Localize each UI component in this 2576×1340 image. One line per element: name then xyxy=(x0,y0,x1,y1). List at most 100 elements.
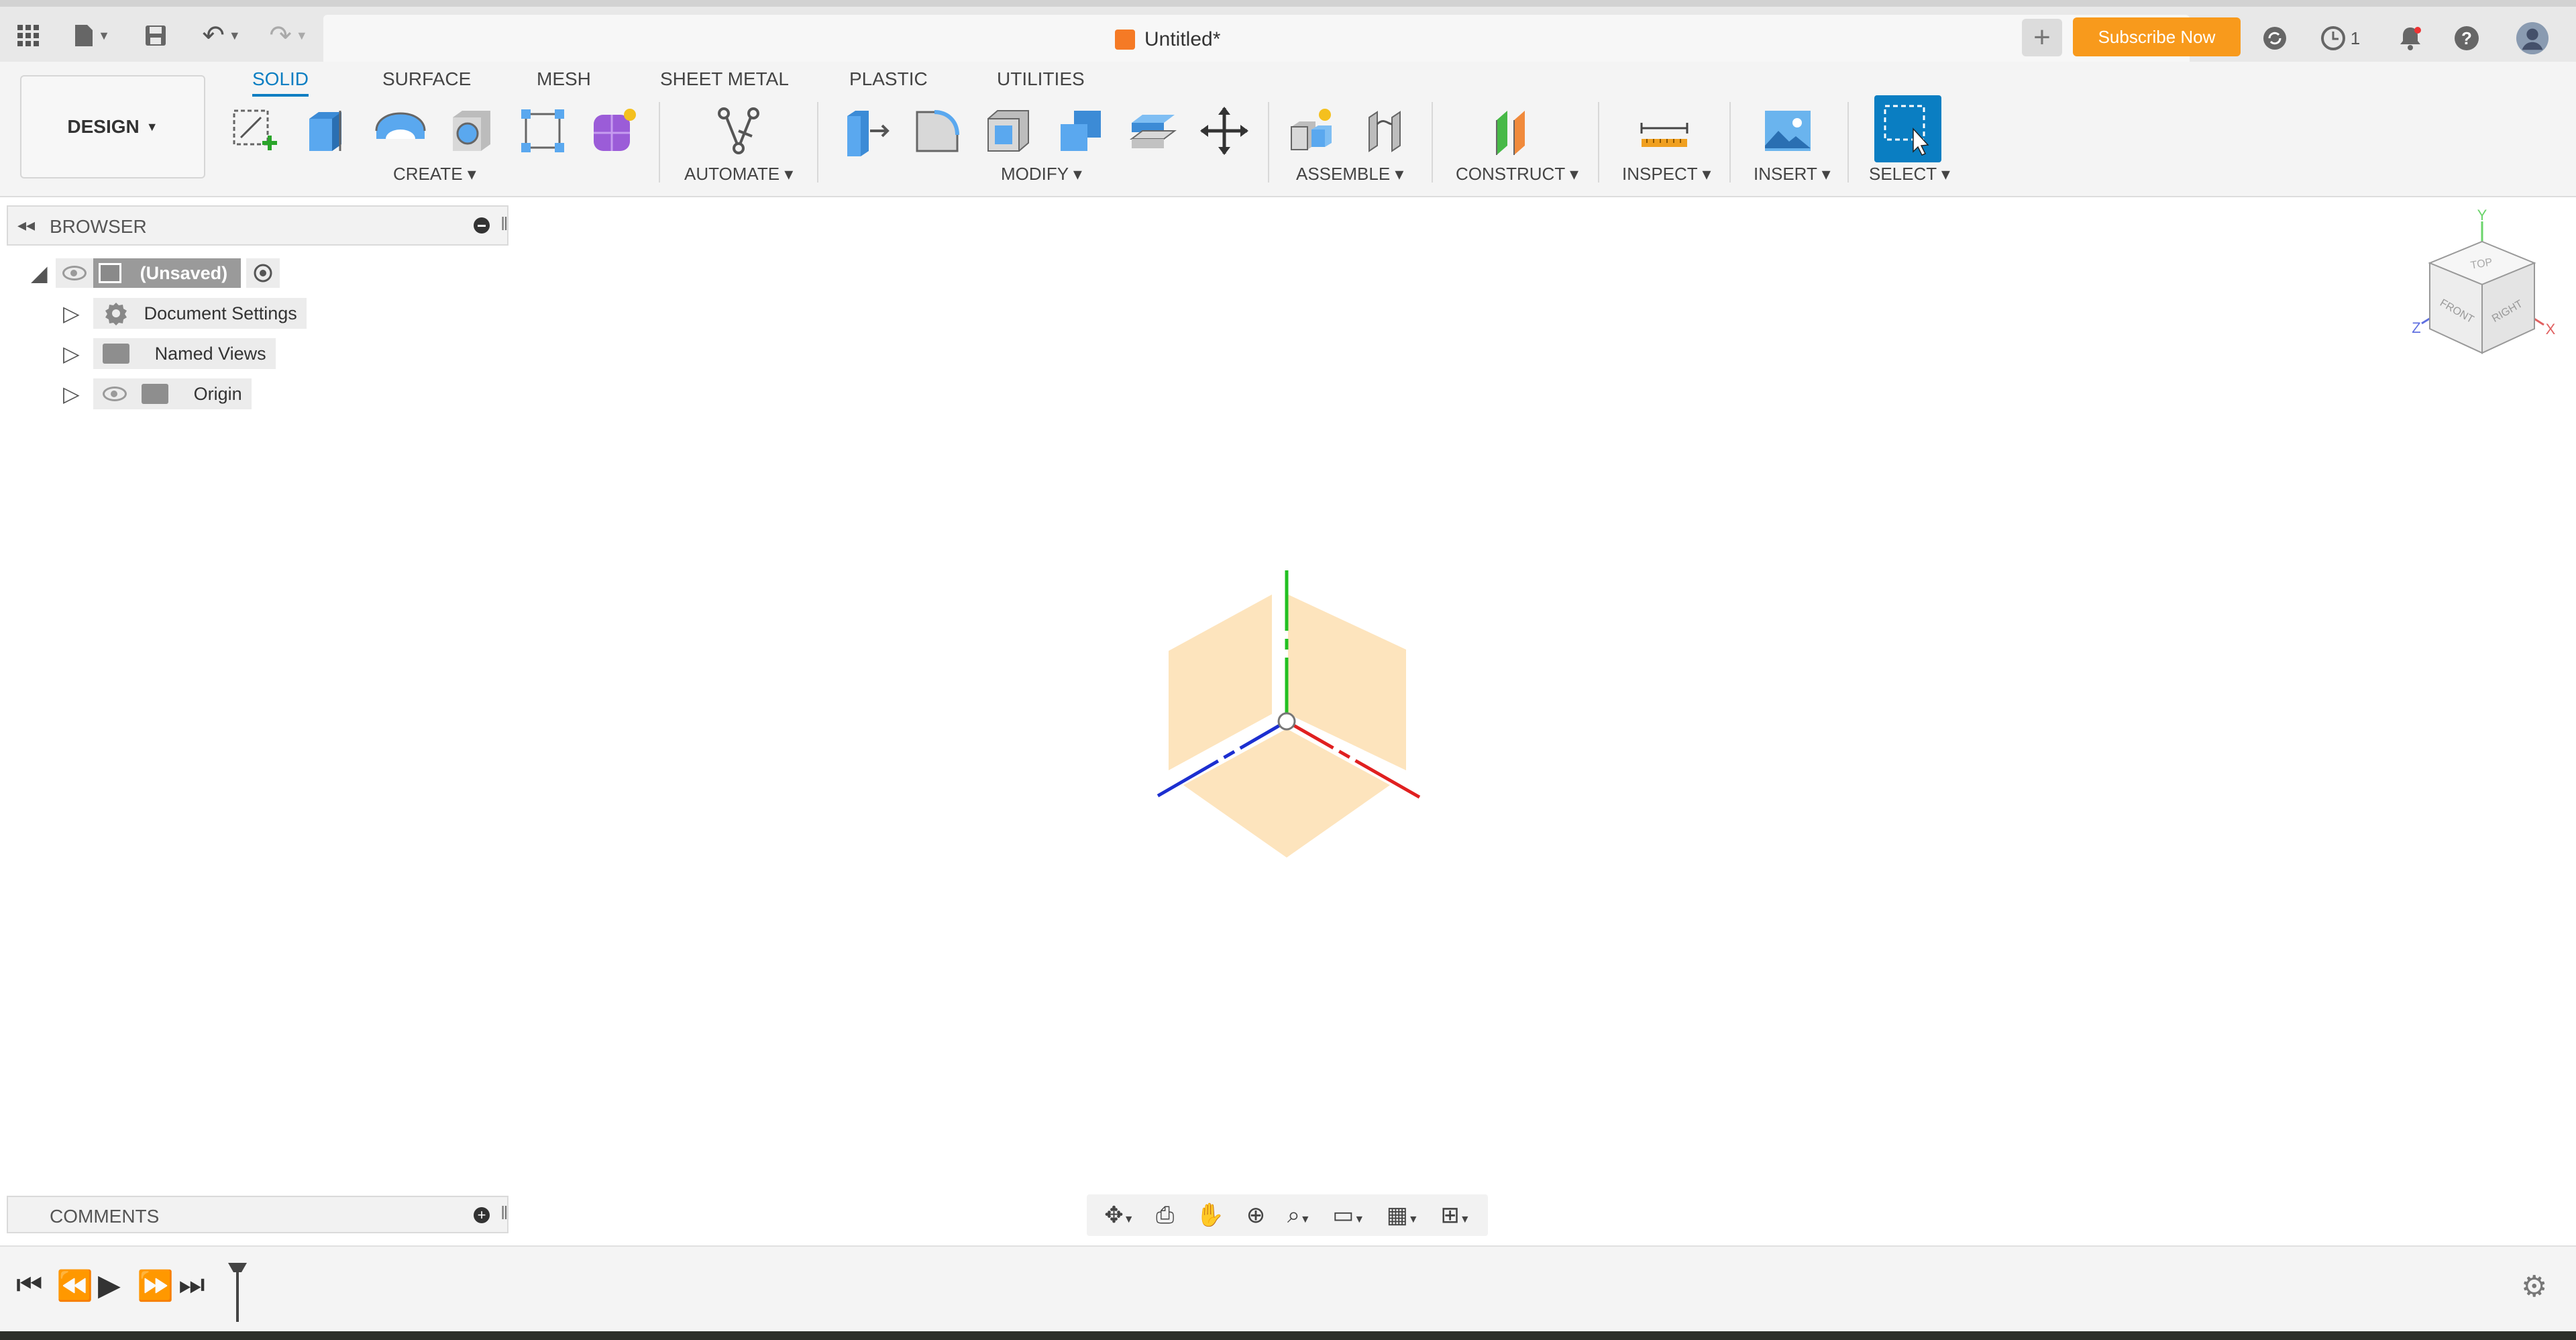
inspect-menu[interactable]: INSPECT ▾ xyxy=(1622,164,1711,185)
insert-menu[interactable]: INSERT ▾ xyxy=(1754,164,1831,185)
assemble-menu[interactable]: ASSEMBLE ▾ xyxy=(1296,164,1403,185)
origin-point[interactable] xyxy=(1277,712,1296,731)
browser-item-origin[interactable]: ▷ Origin xyxy=(63,378,252,410)
modify-menu[interactable]: MODIFY ▾ xyxy=(1001,164,1082,185)
measure-icon[interactable] xyxy=(1634,101,1695,161)
pan-icon[interactable]: ✋ xyxy=(1196,1202,1224,1229)
tab-sheet-metal[interactable]: SHEET METAL xyxy=(660,68,789,90)
comments-pin-icon[interactable]: ‖ xyxy=(500,1202,508,1224)
orbit-icon[interactable]: ✥▼ xyxy=(1104,1202,1134,1229)
inspect-label: INSPECT xyxy=(1622,164,1698,184)
joint-icon[interactable] xyxy=(1356,101,1417,161)
add-comment-icon[interactable]: + xyxy=(474,1207,490,1223)
notifications-bell-icon[interactable] xyxy=(2394,21,2427,55)
root-component-pill[interactable]: (Unsaved) xyxy=(93,258,241,288)
view-cube-x-label: X xyxy=(2546,321,2556,338)
play-icon[interactable]: ▶ xyxy=(98,1268,121,1302)
combine-icon[interactable] xyxy=(1051,101,1111,161)
extrude-icon[interactable] xyxy=(297,101,357,161)
insert-label: INSERT xyxy=(1754,164,1817,184)
create-form-icon[interactable] xyxy=(584,101,644,161)
press-pull-icon[interactable] xyxy=(836,101,896,161)
apps-grid-icon[interactable] xyxy=(13,20,43,51)
eye-wrap xyxy=(55,258,93,288)
tab-mesh[interactable]: MESH xyxy=(537,68,591,90)
fillet-icon[interactable] xyxy=(907,101,967,161)
minimize-browser-icon[interactable] xyxy=(474,217,490,234)
tab-surface[interactable]: SURFACE xyxy=(382,68,471,90)
collapse-panel-icon[interactable]: ◂◂ xyxy=(17,215,35,236)
activate-component-button[interactable] xyxy=(246,258,280,288)
redo-button[interactable]: ↷ ▼ xyxy=(262,20,315,51)
document-cube-icon xyxy=(1115,30,1135,50)
fit-icon[interactable]: ⌕▼ xyxy=(1287,1202,1311,1229)
go-to-start-icon[interactable]: ⏮ xyxy=(16,1268,43,1302)
tab-plastic[interactable]: PLASTIC xyxy=(849,68,928,90)
timeline-settings-gear-icon[interactable]: ⚙ xyxy=(2521,1270,2547,1304)
new-component-icon[interactable] xyxy=(1283,101,1343,161)
tab-solid[interactable]: SOLID xyxy=(252,68,309,97)
view-cube[interactable]: TOP FRONT RIGHT Y X Z xyxy=(2403,208,2561,369)
user-avatar[interactable] xyxy=(2516,21,2549,55)
workspace-label: DESIGN xyxy=(67,116,140,137)
construct-menu[interactable]: CONSTRUCT ▾ xyxy=(1456,164,1578,185)
rectangular-pattern-icon[interactable] xyxy=(513,101,573,161)
visibility-eye-icon[interactable] xyxy=(62,266,87,280)
document-tab[interactable]: Untitled* ✕ xyxy=(323,15,2190,68)
select-icon[interactable] xyxy=(1874,95,1941,162)
redo-icon: ↷ xyxy=(269,21,292,50)
browser-pin-icon[interactable]: ‖ xyxy=(500,213,508,235)
hole-icon[interactable] xyxy=(441,101,502,161)
browser-item-named-views[interactable]: ▷ Named Views xyxy=(63,338,276,370)
automate-menu[interactable]: AUTOMATE ▾ xyxy=(684,164,793,185)
help-icon[interactable]: ? xyxy=(2450,21,2483,55)
expand-triangle-icon[interactable]: ▷ xyxy=(63,301,80,326)
svg-text:?: ? xyxy=(2461,28,2472,48)
xz-plane[interactable] xyxy=(1183,729,1390,858)
toolbar-divider xyxy=(1432,102,1433,183)
step-forward-icon[interactable]: ⏩ xyxy=(137,1268,174,1303)
grid-settings-icon[interactable]: ▦▼ xyxy=(1387,1202,1419,1229)
save-icon[interactable] xyxy=(141,20,170,51)
viewports-icon[interactable]: ⊞▼ xyxy=(1440,1202,1470,1229)
expand-triangle-icon[interactable]: ▷ xyxy=(63,381,80,407)
automate-icon[interactable] xyxy=(708,101,769,161)
document-settings-label: Document Settings xyxy=(144,303,297,323)
visibility-eye-icon[interactable] xyxy=(102,386,127,401)
browser-item-document-settings[interactable]: ▷ Document Settings xyxy=(63,297,307,329)
offset-face-icon[interactable] xyxy=(1123,101,1183,161)
display-settings-icon[interactable]: ▭▼ xyxy=(1332,1202,1364,1229)
toolbar-divider xyxy=(1598,102,1599,183)
select-menu[interactable]: SELECT ▾ xyxy=(1869,164,1950,185)
radio-target-icon xyxy=(254,264,272,282)
folder-icon xyxy=(102,344,129,364)
undo-button[interactable]: ↶ ▼ xyxy=(195,20,248,51)
modify-label: MODIFY xyxy=(1001,164,1069,184)
workspace-switcher[interactable]: DESIGN ▼ xyxy=(20,75,205,178)
timeline-marker-icon[interactable] xyxy=(225,1260,250,1325)
create-sketch-icon[interactable] xyxy=(224,101,284,161)
file-menu-button[interactable]: ▼ xyxy=(67,20,117,51)
revolve-icon[interactable] xyxy=(370,101,431,161)
zoom-icon[interactable]: ⊕ xyxy=(1246,1202,1266,1229)
go-to-end-icon[interactable]: ⏭ xyxy=(178,1268,205,1302)
gear-icon xyxy=(105,303,127,325)
browser-root-row[interactable]: ◢ (Unsaved) xyxy=(31,257,280,289)
create-menu[interactable]: CREATE ▾ xyxy=(393,164,476,185)
tab-utilities[interactable]: UTILITIES xyxy=(997,68,1085,90)
step-back-icon[interactable]: ⏪ xyxy=(56,1268,93,1303)
job-status-button[interactable]: 1 xyxy=(2313,21,2367,55)
file-icon xyxy=(75,25,93,46)
sync-icon[interactable] xyxy=(2258,21,2292,55)
component-icon xyxy=(98,263,121,283)
subscribe-button[interactable]: Subscribe Now xyxy=(2073,17,2241,56)
shell-icon[interactable] xyxy=(978,101,1038,161)
xy-plane[interactable] xyxy=(1169,595,1272,770)
move-copy-icon[interactable] xyxy=(1194,101,1254,161)
expand-triangle-icon[interactable]: ◢ xyxy=(31,260,48,286)
new-tab-button[interactable]: + xyxy=(2022,19,2062,56)
look-at-icon[interactable]: ⎙ xyxy=(1156,1202,1174,1229)
expand-triangle-icon[interactable]: ▷ xyxy=(63,341,80,366)
offset-plane-icon[interactable] xyxy=(1484,101,1544,161)
insert-image-icon[interactable] xyxy=(1758,101,1818,161)
